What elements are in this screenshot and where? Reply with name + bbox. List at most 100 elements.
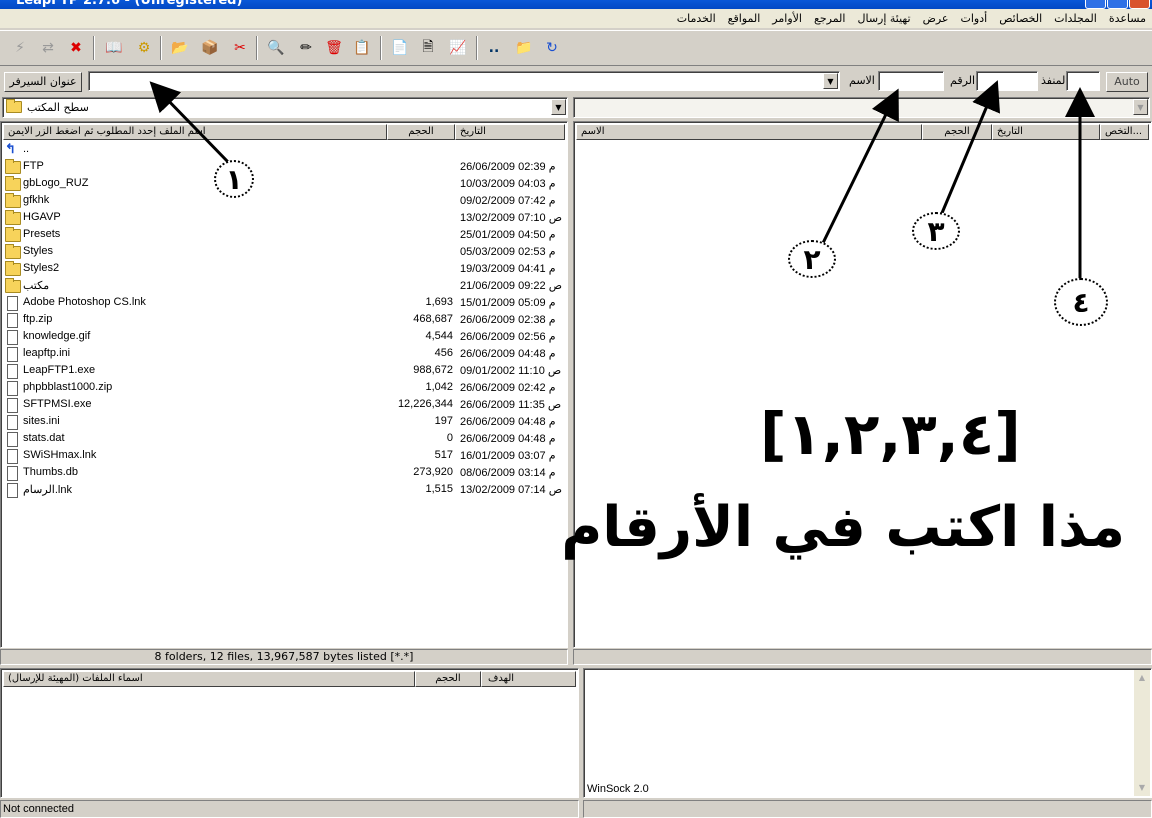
list-item[interactable]: sites.ini 197 26/06/2009 04:48 م: [3, 414, 565, 431]
list-item-parent[interactable]: ↰ ..: [3, 141, 565, 159]
log-text: WinSock 2.0: [587, 783, 649, 795]
list-item[interactable]: gbLogo_RUZ 10/03/2009 04:03 م: [3, 176, 565, 193]
list-item[interactable]: LeapFTP1.exe 988,672 09/01/2002 11:10 ص: [3, 363, 565, 380]
connect-icon[interactable]: ⚡: [8, 37, 32, 59]
column-size[interactable]: الحجم: [415, 671, 481, 687]
list-item[interactable]: stats.dat 0 26/06/2009 04:48 م: [3, 431, 565, 448]
server-address-input[interactable]: ▼: [88, 71, 840, 91]
compare-icon[interactable]: 🗎: [416, 37, 440, 59]
list-item[interactable]: gfkhk 09/02/2009 07:42 م: [3, 193, 565, 210]
file-icon: [7, 330, 18, 345]
list-item[interactable]: الرسام.lnk 1,515 13/02/2009 07:14 ص: [3, 482, 565, 499]
column-name[interactable]: اسم الملف إحدد المطلوب ثم اضغط الزر الاي…: [3, 124, 387, 140]
list-item[interactable]: Thumbs.db 273,920 08/06/2009 03:14 م: [3, 465, 565, 482]
refresh-icon[interactable]: ↻: [540, 37, 564, 59]
file-size: 1,515: [425, 483, 453, 495]
file-date: 05/03/2009 02:53 م: [460, 246, 556, 258]
file-name: HGAVP: [23, 211, 61, 223]
file-date: 26/06/2009 11:35 ص: [460, 399, 562, 411]
remote-path-combo[interactable]: ▼: [573, 97, 1150, 118]
menu-queue[interactable]: تهيئة إرسال: [851, 9, 916, 28]
delete-file-icon[interactable]: 🗑: [322, 37, 346, 59]
file-name: stats.dat: [23, 432, 65, 444]
menu-properties[interactable]: الخصائص: [993, 9, 1048, 28]
annotation-label-3: ٣: [912, 212, 960, 250]
list-item[interactable]: Styles2 19/03/2009 04:41 م: [3, 261, 565, 278]
password-input[interactable]: [976, 71, 1038, 91]
file-name: Thumbs.db: [23, 466, 79, 478]
log-icon[interactable]: 📄: [388, 37, 412, 59]
queue-folder-icon[interactable]: 📂: [168, 37, 192, 59]
list-item[interactable]: ftp.zip 468,687 26/06/2009 02:38 م: [3, 312, 565, 329]
auto-button[interactable]: Auto: [1106, 72, 1148, 92]
local-file-list[interactable]: اسم الملف إحدد المطلوب ثم اضغط الزر الاي…: [0, 121, 568, 648]
maximize-button[interactable]: [1107, 0, 1128, 9]
column-size[interactable]: الحجم: [922, 124, 992, 140]
column-date[interactable]: التاريخ: [455, 124, 565, 140]
column-name[interactable]: (اسماء الملفات (المهيئة للإرسال: [3, 671, 415, 687]
sync-icon[interactable]: 📈: [446, 37, 470, 59]
log-pane[interactable]: WinSock 2.0 ▲ ▼: [583, 668, 1152, 798]
column-date[interactable]: التاريخ: [992, 124, 1100, 140]
menu-help[interactable]: مساعدة: [1103, 9, 1152, 28]
file-date: 21/06/2009 09:22 ص: [460, 280, 563, 292]
edit-file-icon[interactable]: ✏: [294, 37, 318, 59]
server-address-button[interactable]: عنوان السيرفر: [4, 72, 82, 92]
list-item[interactable]: phpbblast1000.zip 1,042 26/06/2009 02:42 م: [3, 380, 565, 397]
file-date: 13/02/2009 07:10 ص: [460, 212, 563, 224]
title-bar: LeapFTP 2.7.6 - (Unregistered): [0, 0, 1152, 9]
menu-commands[interactable]: الأوامر: [766, 9, 808, 28]
log-scrollbar[interactable]: ▲ ▼: [1134, 670, 1150, 796]
queue-transfer-icon[interactable]: 📦: [198, 37, 222, 59]
file-date: 09/02/2009 07:42 م: [460, 195, 556, 207]
list-item[interactable]: مكتب 21/06/2009 09:22 ص: [3, 278, 565, 295]
file-name: مكتب: [23, 280, 50, 292]
close-button[interactable]: [1129, 0, 1150, 9]
scroll-down-icon[interactable]: ▼: [1134, 780, 1150, 796]
annotation-label-1: ١: [214, 160, 254, 198]
disconnect-icon[interactable]: ✖: [64, 37, 88, 59]
chevron-down-icon[interactable]: ▼: [823, 73, 838, 89]
menu-tools[interactable]: أدوات: [955, 9, 994, 28]
list-item[interactable]: leapftp.ini 456 26/06/2009 04:48 م: [3, 346, 565, 363]
remote-file-list[interactable]: الاسم الحجم التاريخ التخص...: [573, 121, 1152, 648]
list-item[interactable]: Adobe Photoshop CS.lnk 1,693 15/01/2009 05…: [3, 295, 565, 312]
chevron-down-icon[interactable]: ▼: [551, 99, 566, 115]
new-folder-icon[interactable]: 📁: [512, 37, 536, 59]
menu-services[interactable]: الخدمات: [671, 9, 722, 28]
menu-folders[interactable]: المجلدات: [1048, 9, 1103, 28]
queue-clear-icon[interactable]: ✂: [228, 37, 252, 59]
list-item[interactable]: SFTPMSI.exe 12,226,344 26/06/2009 11:35 ص: [3, 397, 565, 414]
menu-bookmarks[interactable]: المرجع: [808, 9, 852, 28]
file-name: SFTPMSI.exe: [23, 398, 92, 410]
scroll-up-icon[interactable]: ▲: [1134, 670, 1150, 686]
list-item[interactable]: SWiSHmax.lnk 517 16/01/2009 03:07 م: [3, 448, 565, 465]
view-file-icon[interactable]: 🔍: [264, 37, 288, 59]
chevron-down-icon[interactable]: ▼: [1133, 99, 1148, 115]
local-path-combo[interactable]: سطح المكتب ▼: [2, 97, 568, 118]
port-input[interactable]: [1066, 71, 1100, 91]
list-item[interactable]: Presets 25/01/2009 04:50 م: [3, 227, 565, 244]
column-name[interactable]: الاسم: [576, 124, 922, 140]
parent-dir-icon[interactable]: ..: [482, 37, 506, 59]
column-target[interactable]: الهدف: [481, 671, 576, 687]
menu-view[interactable]: عرض: [917, 9, 955, 28]
list-item[interactable]: HGAVP 13/02/2009 07:10 ص: [3, 210, 565, 227]
column-size[interactable]: الحجم: [387, 124, 455, 140]
file-name: SWiSHmax.lnk: [23, 449, 97, 461]
menu-sites[interactable]: المواقع: [722, 9, 767, 28]
properties-icon[interactable]: 📋: [350, 37, 374, 59]
column-attributes[interactable]: التخص...: [1100, 124, 1149, 140]
list-item[interactable]: Styles 05/03/2009 02:53 م: [3, 244, 565, 261]
settings-icon[interactable]: ⚙: [132, 37, 156, 59]
file-size: 468,687: [413, 313, 453, 325]
username-input[interactable]: [878, 71, 944, 91]
site-manager-icon[interactable]: 📖: [102, 37, 126, 59]
list-item[interactable]: FTP 26/06/2009 02:39 م: [3, 159, 565, 176]
file-size: 1,693: [425, 296, 453, 308]
list-item[interactable]: knowledge.gif 4,544 26/06/2009 02:56 م: [3, 329, 565, 346]
folder-icon: [5, 244, 21, 259]
transfer-queue[interactable]: (اسماء الملفات (المهيئة للإرسال الحجم ال…: [0, 668, 579, 798]
reconnect-icon[interactable]: ⇄: [36, 37, 60, 59]
minimize-button[interactable]: [1085, 0, 1106, 9]
